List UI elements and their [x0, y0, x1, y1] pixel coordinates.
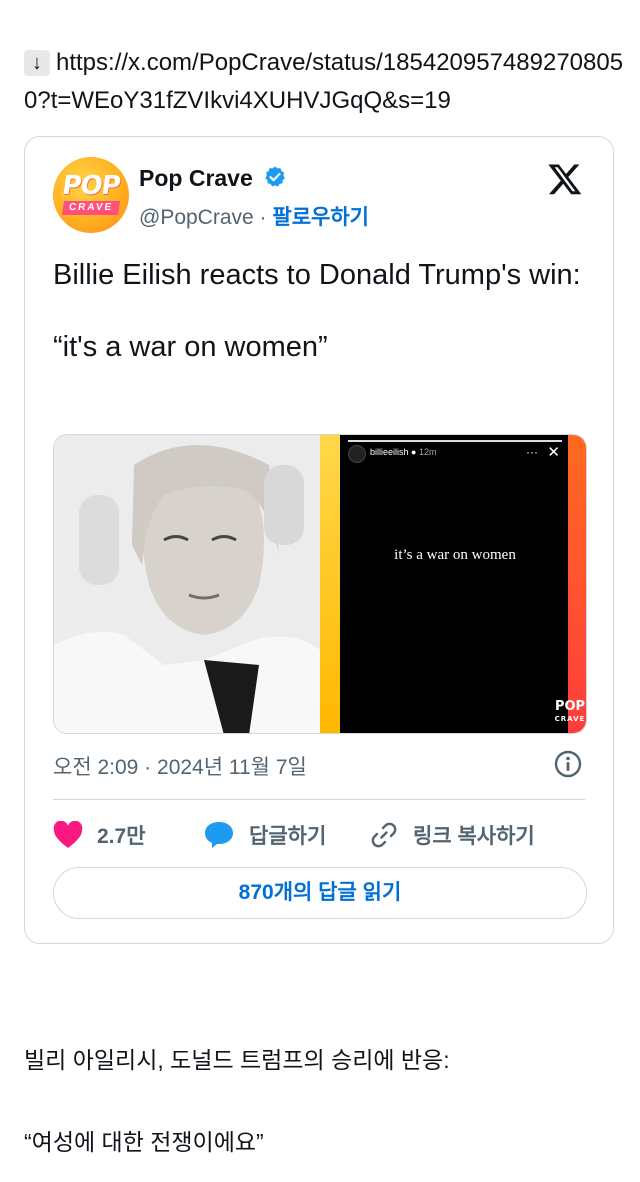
avatar[interactable]: POP CRAVE — [53, 157, 129, 233]
tweet-text: Billie Eilish reacts to Donald Trump's w… — [53, 257, 593, 365]
action-bar: 2.7만 답글하기 링크 복사하기 — [53, 817, 585, 853]
story-more-icon: ··· — [526, 445, 538, 459]
copy-link-label: 링크 복사하기 — [413, 825, 535, 848]
shared-link[interactable]: ↓ https://x.com/PopCrave/status/185420957… — [24, 44, 624, 120]
follow-button[interactable]: 팔로우하기 — [272, 206, 369, 229]
author-handle[interactable]: @PopCrave — [139, 206, 254, 229]
x-logo-icon[interactable] — [547, 161, 583, 197]
reply-label: 답글하기 — [249, 825, 327, 848]
watermark-crave: CRAVE — [554, 715, 586, 723]
korean-translation: 빌리 아일리시, 도널드 트럼프의 승리에 반응: “여성에 대한 전쟁이에요” — [24, 1042, 624, 1160]
like-count: 2.7만 — [97, 825, 146, 848]
story-username: billieeilish — [370, 447, 409, 457]
down-arrow-icon: ↓ — [24, 50, 50, 76]
translation-line: 빌리 아일리시, 도널드 트럼프의 승리에 반응: — [24, 1047, 450, 1073]
heart-icon — [53, 821, 83, 848]
avatar-logo-pop: POP — [60, 171, 122, 201]
verified-badge-icon — [265, 166, 285, 187]
yellow-border-strip — [320, 435, 340, 733]
story-caption: it’s a war on women — [394, 547, 516, 563]
divider — [53, 799, 585, 800]
story-profile-icon — [348, 445, 366, 463]
portrait-photo[interactable] — [54, 435, 320, 733]
tweet-quote: “it's a war on women” — [53, 331, 328, 363]
tweet-text-line: Billie Eilish reacts to Donald Trump's w… — [53, 259, 581, 291]
handle-separator: · — [253, 206, 273, 229]
orange-border-strip — [568, 435, 586, 733]
author-handle-row: @PopCrave · 팔로우하기 — [139, 201, 369, 231]
speech-bubble-icon — [205, 822, 233, 848]
author-name[interactable]: Pop Crave — [139, 165, 253, 191]
story-time: 12m — [419, 447, 437, 457]
popcrave-watermark-logo: POP CRAVE — [554, 699, 586, 725]
translation-quote: “여성에 대한 전쟁이에요” — [24, 1129, 264, 1155]
watermark-pop: POP — [554, 699, 586, 714]
info-icon[interactable] — [553, 749, 583, 779]
link-icon — [371, 822, 397, 848]
story-user-row: billieeilish ● 12m — [370, 447, 437, 457]
story-close-icon: ✕ — [547, 444, 560, 461]
tweet-media[interactable]: billieeilish ● 12m ··· ✕ it’s a war on w… — [53, 434, 587, 734]
avatar-logo-crave: CRAVE — [62, 201, 120, 215]
instagram-story-screenshot[interactable]: billieeilish ● 12m ··· ✕ it’s a war on w… — [340, 435, 570, 733]
read-replies-button[interactable]: 870개의 답글 읽기 — [53, 867, 587, 919]
story-verified-icon: ● — [411, 447, 417, 457]
author-name-row[interactable]: Pop Crave — [139, 165, 287, 192]
tweet-url[interactable]: https://x.com/PopCrave/status/1854209574… — [24, 49, 623, 114]
tweet-embed-card[interactable]: POP CRAVE Pop Crave @PopCrave · 팔로우하기 Bi… — [24, 136, 614, 944]
portrait-illustration — [54, 435, 320, 733]
copy-link-button[interactable]: 링크 복사하기 — [369, 817, 535, 853]
reply-button[interactable]: 답글하기 — [203, 817, 326, 853]
tweet-timestamp[interactable]: 오전 2:09 · 2024년 11월 7일 — [53, 751, 307, 781]
story-progress-bar — [348, 440, 562, 442]
like-button[interactable]: 2.7만 — [53, 817, 146, 853]
